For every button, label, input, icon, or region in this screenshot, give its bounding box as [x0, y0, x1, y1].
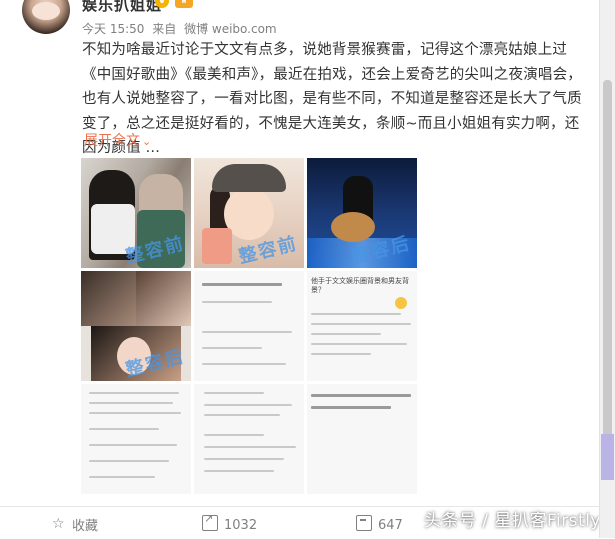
comment-button[interactable]: 647 [356, 515, 403, 533]
text-line [311, 394, 411, 397]
comment-count: 647 [378, 518, 403, 533]
post-meta: 今天 15:50 来自 微博 weibo.com [82, 20, 281, 37]
scrollbar-accent [601, 434, 614, 480]
expand-label: 展开全文 [84, 133, 140, 149]
photo-quadrant [136, 271, 191, 326]
favorite-button[interactable]: 收藏 [52, 515, 98, 534]
text-line [204, 414, 280, 416]
image-thumb-1[interactable]: 整容前 [81, 158, 191, 268]
screenshot-question: 他手于文文娱乐圈背景和男友背景？ [311, 277, 409, 294]
photo-quadrant [81, 271, 136, 326]
text-line [311, 313, 401, 315]
text-line [311, 343, 407, 345]
star-icon [52, 516, 66, 532]
scrollbar-thumb[interactable] [603, 80, 612, 440]
verified-badge-icon: V [155, 0, 169, 8]
author-avatar[interactable] [22, 0, 70, 34]
drink-cup [202, 228, 232, 264]
expand-full-text-link[interactable]: 展开全文 ⌄ [84, 130, 151, 150]
post-source[interactable]: 微博 weibo.com [184, 22, 277, 36]
text-line [311, 333, 381, 335]
text-line [89, 392, 179, 394]
text-line [89, 402, 173, 404]
text-line [204, 434, 264, 436]
text-line [202, 347, 262, 349]
text-line [204, 458, 284, 460]
weibo-post: 娱乐扒姐姐 V ♛ 今天 15:50 来自 微博 weibo.com 不知为啥最… [0, 0, 600, 539]
author-name[interactable]: 娱乐扒姐姐 [82, 0, 162, 15]
image-thumb-3[interactable]: 整容后 [307, 158, 417, 268]
text-line [89, 476, 155, 478]
text-line [204, 392, 264, 394]
text-line [204, 446, 296, 448]
member-crown-icon[interactable]: ♛ [175, 0, 193, 8]
share-button[interactable]: 1032 [202, 512, 258, 533]
chevron-down-icon: ⌄ [142, 135, 152, 148]
image-thumb-8[interactable] [194, 384, 304, 494]
post-time[interactable]: 今天 15:50 [82, 22, 144, 36]
text-line [311, 323, 411, 325]
text-line [202, 283, 282, 286]
text-line [202, 301, 272, 303]
hat-shape [212, 164, 286, 192]
text-line [89, 428, 159, 430]
text-line [204, 404, 292, 406]
brand-watermark: 头条号 / 星扒客Firstly [423, 511, 601, 531]
image-thumb-4[interactable]: 整容后 [81, 271, 191, 381]
image-thumb-2[interactable]: 整容前 [194, 158, 304, 268]
text-line [204, 470, 274, 472]
text-line [311, 406, 391, 409]
share-icon [202, 512, 218, 531]
favorite-label: 收藏 [72, 519, 99, 534]
post-from-label: 来自 [152, 22, 177, 36]
text-line [202, 363, 286, 365]
comment-icon [356, 515, 372, 531]
emoji-icon [395, 297, 407, 309]
image-grid: 整容前 整容前 整容后 整容后 他手于文文娱乐圈背景和男友背景？ [81, 158, 417, 498]
scrollbar[interactable] [599, 0, 615, 538]
text-line [89, 460, 169, 462]
text-line [311, 353, 371, 355]
image-thumb-5[interactable] [194, 271, 304, 381]
post-text: 不知为啥最近讨论于文文有点多，说她背景猴赛雷，记得这个漂亮姑娘上过《中国好歌曲》… [82, 42, 582, 156]
text-line [202, 331, 292, 333]
text-line [89, 412, 181, 414]
image-thumb-9[interactable] [307, 384, 417, 494]
share-count: 1032 [224, 518, 258, 533]
image-thumb-6[interactable]: 他手于文文娱乐圈背景和男友背景？ [307, 271, 417, 381]
image-thumb-7[interactable] [81, 384, 191, 494]
text-line [89, 444, 177, 446]
